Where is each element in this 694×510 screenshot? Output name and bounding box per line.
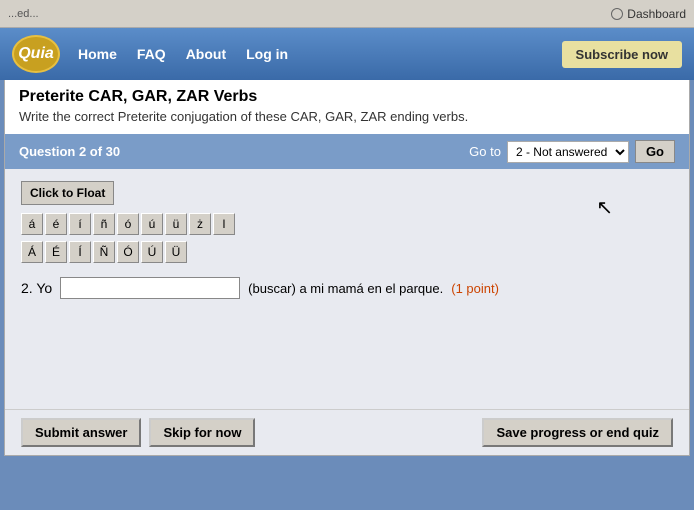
char-ntilde[interactable]: ñ bbox=[93, 213, 115, 235]
browser-url: ...ed... bbox=[8, 8, 39, 20]
char-E-acute[interactable]: É bbox=[45, 241, 67, 263]
page-wrapper: Preterite CAR, GAR, ZAR Verbs Write the … bbox=[4, 80, 690, 456]
go-button[interactable]: Go bbox=[635, 140, 675, 163]
question-bar: Question 2 of 30 Go to 2 - Not answered … bbox=[5, 134, 689, 169]
dashboard-link[interactable]: Dashboard bbox=[611, 7, 686, 21]
skip-button[interactable]: Skip for now bbox=[149, 418, 255, 447]
bottom-buttons: Submit answer Skip for now Save progress… bbox=[5, 409, 689, 455]
question-content: Click to Float á é í ñ ó ú ü ż l Á É Í Ñ… bbox=[5, 169, 689, 409]
question-text-row: 2. Yo (buscar) a mi mamá en el parque. (… bbox=[21, 277, 673, 299]
char-e-acute[interactable]: é bbox=[45, 213, 67, 235]
char-A-acute[interactable]: Á bbox=[21, 241, 43, 263]
browser-bar: ...ed... Dashboard bbox=[0, 0, 694, 28]
char-I-acute[interactable]: Í bbox=[69, 241, 91, 263]
nav-login[interactable]: Log in bbox=[238, 42, 296, 66]
char-u-acute[interactable]: ú bbox=[141, 213, 163, 235]
dashboard-icon bbox=[611, 8, 623, 20]
char-a-acute[interactable]: á bbox=[21, 213, 43, 235]
subscribe-button[interactable]: Subscribe now bbox=[562, 41, 682, 68]
question-label: Question 2 of 30 bbox=[19, 144, 120, 159]
answer-input[interactable] bbox=[60, 277, 240, 299]
special-chars-row2: Á É Í Ñ Ó Ú Ü bbox=[21, 241, 673, 263]
page-title: Preterite CAR, GAR, ZAR Verbs bbox=[19, 88, 675, 106]
nav-home[interactable]: Home bbox=[70, 42, 125, 66]
quia-logo: Quia bbox=[12, 35, 60, 73]
nav-faq[interactable]: FAQ bbox=[129, 42, 174, 66]
char-u-umlaut[interactable]: ü bbox=[165, 213, 187, 235]
cursor-icon: ↖ bbox=[596, 195, 613, 220]
page-subtitle: Write the correct Preterite conjugation … bbox=[19, 109, 675, 124]
submit-answer-button[interactable]: Submit answer bbox=[21, 418, 141, 447]
question-number: 2. Yo bbox=[21, 280, 52, 296]
char-N-tilde[interactable]: Ñ bbox=[93, 241, 115, 263]
goto-area: Go to 2 - Not answered Go bbox=[469, 140, 675, 163]
page-header: Preterite CAR, GAR, ZAR Verbs Write the … bbox=[5, 80, 689, 134]
char-i-acute[interactable]: í bbox=[69, 213, 91, 235]
goto-text: Go to bbox=[469, 144, 501, 159]
char-U-acute[interactable]: Ú bbox=[141, 241, 163, 263]
quia-navbar: Quia Home FAQ About Log in Subscribe now bbox=[0, 28, 694, 80]
nav-links: Home FAQ About Log in bbox=[70, 42, 296, 66]
char-U-umlaut[interactable]: Ü bbox=[165, 241, 187, 263]
dashboard-text: Dashboard bbox=[627, 7, 686, 21]
float-button[interactable]: Click to Float bbox=[21, 181, 114, 205]
save-progress-button[interactable]: Save progress or end quiz bbox=[482, 418, 673, 447]
goto-select[interactable]: 2 - Not answered bbox=[507, 141, 629, 163]
point-label: (1 point) bbox=[451, 281, 499, 296]
char-l[interactable]: l bbox=[213, 213, 235, 235]
question-rest: (buscar) a mi mamá en el parque. bbox=[248, 281, 443, 296]
char-z-dot[interactable]: ż bbox=[189, 213, 211, 235]
char-O-acute[interactable]: Ó bbox=[117, 241, 139, 263]
special-chars-row1: á é í ñ ó ú ü ż l bbox=[21, 213, 673, 235]
nav-about[interactable]: About bbox=[178, 42, 234, 66]
char-o-acute[interactable]: ó bbox=[117, 213, 139, 235]
